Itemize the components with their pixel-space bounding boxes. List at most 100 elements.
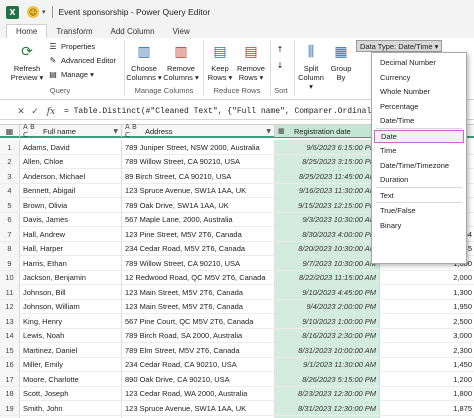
cell-full-name[interactable]: Davis, James xyxy=(20,212,122,227)
split-column-button[interactable]: ⫼ Split Column ▾ xyxy=(296,42,326,92)
cell-full-name[interactable]: Johnson, William xyxy=(20,299,122,314)
menu-item-date-time[interactable]: Date/Time xyxy=(374,114,464,127)
cell-address[interactable]: 789 Elm Street, M5V 2T6, Canada xyxy=(122,343,275,357)
table-row[interactable]: 19 Smith, John 123 Spruce Avenue, SW1A 1AA… xyxy=(0,401,474,416)
cell-amount[interactable]: 1,300 xyxy=(448,285,474,299)
keep-rows-button[interactable]: ▤ Keep Rows ▾ xyxy=(206,42,234,83)
cell-address[interactable]: 567 Maple Lane, 2000, Australia xyxy=(122,212,275,227)
table-menu-icon[interactable]: ▦ xyxy=(0,125,20,137)
cell-address[interactable]: 789 Juniper Street, NSW 2000, Australia xyxy=(122,140,275,154)
table-row[interactable]: 11 Johnson, Bill 123 Main Street, M5V 2T6,… xyxy=(0,285,474,300)
remove-rows-button[interactable]: ▤ Remove Rows ▾ xyxy=(236,42,266,83)
cell-amount[interactable]: 1,200 xyxy=(448,372,474,386)
column-filter-icon[interactable]: ▼ xyxy=(266,128,271,135)
table-row[interactable]: 15 Martinez, Daniel 789 Elm Street, M5V 2T… xyxy=(0,343,474,358)
cell-address[interactable]: 123 Spruce Avenue, SW1A 1AA, UK xyxy=(122,401,275,415)
cell-amount[interactable]: 1,950 xyxy=(448,300,474,314)
table-row[interactable]: 10 Jackson, Benjamin 12 Redwood Road, QC M… xyxy=(0,270,474,285)
menu-item-date-time-timezone[interactable]: Date/Time/Timezone xyxy=(374,159,464,172)
cell-registration-date[interactable]: 9/3/2023 10:30:00 AM xyxy=(275,212,380,227)
tab-add-column[interactable]: Add Column xyxy=(102,24,164,38)
cell-registration-date[interactable]: 9/1/2023 11:30:00 AM xyxy=(275,357,380,372)
cell-address[interactable]: 12 Redwood Road, QC M5V 2T6, Canada xyxy=(122,270,275,285)
table-row[interactable]: 16 Miller, Emily 234 Cedar Road, CA 90210,… xyxy=(0,357,474,372)
cell-address[interactable]: 789 Willow Street, CA 90210, USA xyxy=(122,256,275,270)
cell-address[interactable]: 123 Cedar Road, WA 2000, Australia xyxy=(122,386,275,401)
cell-address[interactable]: 123 Pine Street, M5V 2T6, Canada xyxy=(122,227,275,241)
menu-item-duration[interactable]: Duration xyxy=(374,173,464,186)
smiley-feedback-icon[interactable]: ☺ xyxy=(27,6,39,18)
cell-full-name[interactable]: Hall, Harper xyxy=(20,241,122,256)
cell-amount[interactable]: 3,000 xyxy=(448,329,474,343)
table-row[interactable]: 13 King, Henry 567 Pine Court, QC M5V 2T6,… xyxy=(0,314,474,329)
cell-registration-date[interactable]: 9/10/2023 4:45:00 PM xyxy=(275,285,380,299)
menu-item-decimal-number[interactable]: Decimal Number xyxy=(374,56,464,69)
menu-item-time[interactable]: Time xyxy=(374,144,464,157)
sort-descending-button[interactable]: ↓ xyxy=(275,60,288,71)
cell-address[interactable]: 89 Birch Street, CA 90210, USA xyxy=(122,169,275,183)
datetime-type-icon[interactable]: ▦ xyxy=(278,127,294,135)
cell-registration-date[interactable]: 8/23/2023 12:30:00 PM xyxy=(275,386,380,401)
menu-item-whole-number[interactable]: Whole Number xyxy=(374,85,464,98)
cell-registration-date[interactable]: 9/7/2023 10:30:00 AM xyxy=(275,256,380,270)
advanced-editor-button[interactable]: ✎ Advanced Editor xyxy=(48,55,116,66)
data-type-dropdown-button[interactable]: Data Type: Date/Time ▾ xyxy=(356,40,443,52)
cell-full-name[interactable]: King, Henry xyxy=(20,314,122,328)
column-header-registration-date[interactable]: ▦ Registration date xyxy=(275,125,380,137)
cell-registration-date[interactable]: 8/31/2023 12:30:00 PM xyxy=(275,401,380,415)
column-header-address[interactable]: A B C Address ▼ xyxy=(122,124,275,139)
cell-full-name[interactable]: Hall, Andrew xyxy=(20,227,122,241)
cell-registration-date[interactable]: 8/20/2023 10:30:00 AM xyxy=(275,241,380,256)
cell-amount[interactable]: 2,300 xyxy=(448,343,474,357)
manage-button[interactable]: ▤ Manage ▾ xyxy=(48,69,94,80)
cell-registration-date[interactable]: 8/25/2023 3:15:00 PM xyxy=(275,154,380,169)
cell-address[interactable]: 234 Cedar Road, CA 90210, USA xyxy=(122,357,275,372)
text-type-icon[interactable]: A B C xyxy=(125,124,141,139)
cell-address[interactable]: 789 Oak Drive, SW1A 1AA, UK xyxy=(122,198,275,212)
cell-address[interactable]: 123 Spruce Avenue, SW1A 1AA, UK xyxy=(122,183,275,198)
cell-address[interactable]: 123 Main Street, M5V 2T6, Canada xyxy=(122,299,275,314)
cell-full-name[interactable]: Bennett, Abigail xyxy=(20,183,122,198)
cell-registration-date[interactable]: 8/22/2023 11:15:00 AM xyxy=(275,270,380,285)
cell-registration-date[interactable]: 8/26/2023 5:15:00 PM xyxy=(275,372,380,386)
cell-amount[interactable]: 2,500 xyxy=(448,314,474,328)
table-row[interactable]: 17 Moore, Charlotte 890 Oak Drive, CA 9021… xyxy=(0,372,474,387)
cell-full-name[interactable]: Allen, Chloe xyxy=(20,154,122,169)
table-row[interactable]: 14 Lewis, Noah 789 Birch Road, SA 2000, Au… xyxy=(0,328,474,343)
cell-full-name[interactable]: Jackson, Benjamin xyxy=(20,270,122,285)
cell-amount[interactable]: 1,875 xyxy=(448,401,474,415)
formula-confirm-icon[interactable]: ✓ xyxy=(28,107,42,117)
cell-registration-date[interactable]: 9/10/2023 1:00:00 PM xyxy=(275,314,380,328)
cell-full-name[interactable]: Martinez, Daniel xyxy=(20,343,122,357)
quick-access-dropdown-icon[interactable]: ▾ xyxy=(42,8,46,16)
menu-item-percentage[interactable]: Percentage xyxy=(374,100,464,113)
formula-cancel-icon[interactable]: ✕ xyxy=(14,107,28,117)
column-header-full-name[interactable]: A B C Full name ▼ xyxy=(20,124,122,139)
cell-full-name[interactable]: Brown, Olivia xyxy=(20,198,122,212)
text-type-icon[interactable]: A B C xyxy=(23,124,39,139)
menu-item-date[interactable]: Date xyxy=(374,129,464,143)
cell-address[interactable]: 234 Cedar Road, M5V 2T6, Canada xyxy=(122,241,275,256)
tab-home[interactable]: Home xyxy=(6,24,48,38)
cell-registration-date[interactable]: 9/15/2023 12:15:00 PM xyxy=(275,198,380,212)
cell-address[interactable]: 123 Main Street, M5V 2T6, Canada xyxy=(122,285,275,299)
cell-full-name[interactable]: Johnson, Bill xyxy=(20,285,122,299)
cell-registration-date[interactable]: 9/16/2023 11:30:00 AM xyxy=(275,183,380,198)
cell-registration-date[interactable]: 8/31/2023 10:00:00 AM xyxy=(275,343,380,357)
menu-item-currency[interactable]: Currency xyxy=(374,71,464,84)
tab-transform[interactable]: Transform xyxy=(47,24,101,38)
cell-amount[interactable]: 1,800 xyxy=(448,387,474,401)
cell-full-name[interactable]: Lewis, Noah xyxy=(20,328,122,343)
cell-registration-date[interactable]: 8/16/2023 2:30:00 PM xyxy=(275,328,380,343)
cell-full-name[interactable]: Adams, David xyxy=(20,140,122,154)
cell-registration-date[interactable]: 8/25/2023 11:45:00 AM xyxy=(275,169,380,183)
cell-full-name[interactable]: Harris, Ethan xyxy=(20,256,122,270)
menu-item-binary[interactable]: Binary xyxy=(374,219,464,232)
refresh-preview-button[interactable]: ⟳ Refresh Preview ▾ xyxy=(8,42,46,83)
cell-amount[interactable]: 2,000 xyxy=(448,271,474,285)
sort-ascending-button[interactable]: ↑ xyxy=(275,44,288,55)
tab-view[interactable]: View xyxy=(164,24,199,38)
cell-registration-date[interactable]: 9/6/2023 6:15:00 PM xyxy=(275,140,380,154)
cell-address[interactable]: 789 Willow Street, CA 90210, USA xyxy=(122,154,275,169)
table-row[interactable]: 18 Scott, Joseph 123 Cedar Road, WA 2000, … xyxy=(0,386,474,401)
